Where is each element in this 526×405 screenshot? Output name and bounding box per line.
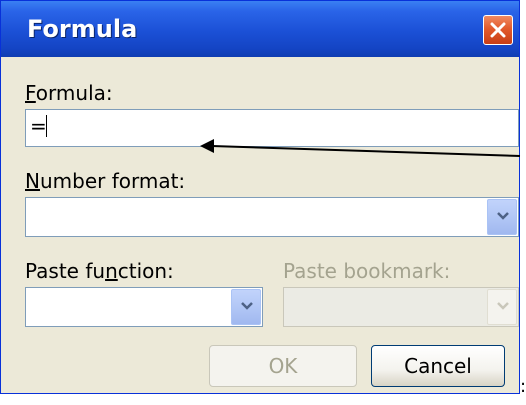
stray-colon-text: : [520, 376, 526, 397]
annotation-arrow [200, 139, 521, 157]
